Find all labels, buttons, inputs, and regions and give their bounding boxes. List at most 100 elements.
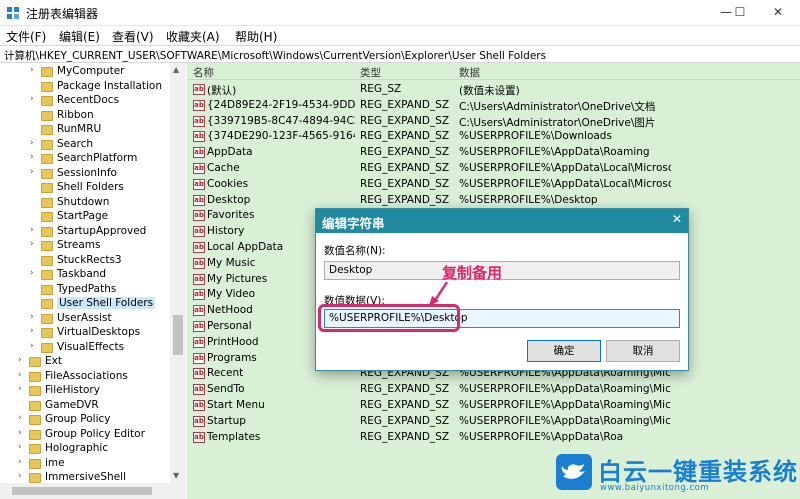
value-row[interactable]: ab Cache REG_EXPAND_SZ %USERPROFILE%\AppDat… [187, 161, 800, 177]
value-data: %USERPROFILE%\AppData\Roaming\Mic [459, 414, 671, 427]
folder-icon [41, 212, 53, 222]
value-name: Cache [207, 162, 240, 174]
string-value-icon: ab [193, 210, 205, 222]
close-button[interactable]: ✕ [760, 0, 796, 26]
string-value-icon: ab [193, 115, 205, 127]
string-value-icon: ab [193, 352, 205, 364]
tree-item-label: Streams [57, 239, 101, 251]
value-row[interactable]: ab AppData REG_EXPAND_SZ %USERPROFILE%\AppD… [187, 145, 800, 161]
scroll-up-icon[interactable]: ▲ [173, 65, 179, 74]
expand-chevron-icon[interactable]: › [30, 167, 38, 177]
value-name: Desktop [207, 193, 251, 206]
string-value-icon: ab [193, 163, 205, 174]
expand-chevron-icon[interactable]: › [18, 442, 26, 452]
address-bar[interactable]: 计算机\HKEY_CURRENT_USER\SOFTWARE\Microsoft… [0, 45, 800, 63]
menu-help[interactable]: 帮助(H) [235, 28, 277, 45]
menu-favorites[interactable]: 收藏夹(A) [166, 28, 220, 45]
value-data: %USERPROFILE%\AppData\Roaming\Microsof [459, 383, 671, 396]
expand-chevron-icon[interactable]: › [30, 239, 38, 249]
column-type[interactable]: 类型 [360, 65, 381, 80]
expand-chevron-icon[interactable]: › [30, 152, 38, 162]
value-row[interactable]: ab{374DE290-123F-4565-9164-... REG_EXPAND… [187, 129, 800, 145]
value-row[interactable]: ab SendTo REG_EXPAND_SZ %USERPROFILE%\AppDa… [187, 382, 800, 398]
folder-icon [41, 284, 53, 295]
expand-chevron-icon[interactable]: › [30, 341, 38, 351]
expand-chevron-icon[interactable]: › [18, 413, 26, 423]
folder-icon [41, 270, 53, 280]
tree-horizontal-scrollbar[interactable] [0, 483, 186, 499]
value-type: REG_EXPAND_SZ [360, 414, 450, 427]
value-data: C:\Users\Administrator\OneDrive\文档 [459, 100, 656, 113]
expand-chevron-icon[interactable]: › [30, 65, 38, 75]
bird-logo-icon [556, 454, 592, 490]
tree-item-label: StartPage [57, 210, 109, 222]
tree-scroll-thumb[interactable] [173, 315, 183, 355]
expand-chevron-icon[interactable]: › [18, 471, 26, 481]
window-title: 注册表编辑器 [26, 7, 99, 21]
expand-chevron-icon[interactable]: › [18, 355, 26, 365]
tree-item-label: Holographic [45, 442, 109, 454]
value-row[interactable]: ab Templates REG_EXPAND_SZ %USERPROFILE%\Ap… [187, 430, 800, 446]
value-name: (默认) [207, 85, 237, 97]
folder-icon [29, 357, 41, 367]
string-value-icon: ab [193, 289, 205, 301]
tree-item-label: Package Installation [57, 79, 163, 92]
expand-chevron-icon[interactable]: › [30, 225, 38, 235]
tree-item-label: StuckRects3 [57, 253, 122, 266]
tree-item-label: RecentDocs [57, 94, 120, 106]
expand-chevron-icon[interactable]: › [18, 384, 26, 394]
scroll-down-icon[interactable]: ▼ [173, 471, 179, 480]
expand-chevron-icon[interactable]: › [30, 138, 38, 148]
expand-chevron-icon[interactable]: › [18, 428, 26, 438]
ok-button[interactable]: 确定 [527, 340, 601, 362]
expand-chevron-icon[interactable]: › [30, 312, 38, 322]
tree-item-label: SearchPlatform [57, 152, 138, 164]
tree-item-label: MyComputer [57, 65, 125, 77]
expand-chevron-icon[interactable]: › [30, 326, 38, 336]
folder-icon [41, 183, 53, 193]
value-name: Start Menu [207, 399, 265, 411]
value-row[interactable]: ab Cookies REG_EXPAND_SZ %USERPROFILE%\AppD… [187, 177, 800, 193]
expand-chevron-icon[interactable]: › [18, 370, 26, 380]
column-name[interactable]: 名称 [193, 65, 214, 80]
expand-chevron-icon[interactable]: › [30, 94, 38, 104]
highlight-ring [318, 304, 460, 332]
watermark-title: 白云一键重装系统 [598, 458, 798, 486]
value-row[interactable]: ab Startup REG_EXPAND_SZ %USERPROFILE%\AppD… [187, 414, 800, 430]
annotation-arrow-icon [429, 281, 449, 306]
tree-item-label: User Shell Folders [57, 297, 156, 309]
expand-chevron-icon[interactable]: › [30, 268, 38, 278]
value-row[interactable]: ab{24D89E24-2F19-4534-9DDE-... REG_EXPAND… [187, 98, 800, 114]
folder-icon [41, 241, 53, 251]
tree-item-label: GameDVR [45, 398, 99, 411]
tree-vertical-scrollbar[interactable]: ▲ ▼ [170, 63, 186, 483]
menu-edit[interactable]: 编辑(E) [59, 28, 100, 45]
value-row[interactable]: ab Start Menu REG_EXPAND_SZ %USERPROFILE%\A… [187, 398, 800, 414]
value-row[interactable]: ab{339719B5-8C47-4894-94C2-... REG_EXPAND… [187, 114, 800, 130]
menu-view[interactable]: 查看(V) [112, 28, 154, 45]
tree-item-label: Group Policy [45, 413, 111, 425]
watermark: 白云一键重装系统 www.baiyunxitong.com [556, 452, 800, 499]
title-bar: 注册表编辑器 — ☐ ✕ [0, 0, 800, 26]
menu-file[interactable]: 文件(F) [6, 28, 46, 45]
value-row[interactable]: ab Desktop REG_EXPAND_SZ %USERPROFILE%\Desk… [187, 193, 800, 209]
column-data[interactable]: 数据 [459, 65, 480, 80]
tree-hscroll-thumb[interactable] [12, 487, 152, 495]
value-row[interactable]: ab (默认) REG_SZ (数值未设置) [187, 82, 800, 98]
value-type: REG_EXPAND_SZ [360, 130, 450, 143]
dialog-title-bar: 编辑字符串 ✕ [316, 209, 688, 233]
folder-icon [41, 168, 53, 179]
folder-icon [41, 328, 53, 338]
folder-icon [41, 197, 53, 208]
value-data: %USERPROFILE%\Downloads [459, 130, 612, 143]
maximize-button[interactable]: ☐ [722, 0, 758, 26]
cancel-button[interactable]: 取消 [606, 340, 680, 362]
folder-icon [41, 139, 53, 150]
expand-chevron-icon[interactable]: › [18, 457, 26, 467]
string-value-icon: ab [193, 99, 205, 111]
value-name: Templates [207, 430, 261, 443]
tree-item-label: FileHistory [45, 384, 100, 396]
dialog-close-icon[interactable]: ✕ [672, 212, 682, 226]
value-name: Cookies [207, 177, 249, 190]
menu-bar: 文件(F) 编辑(E) 查看(V) 收藏夹(A) 帮助(H) [0, 26, 800, 45]
